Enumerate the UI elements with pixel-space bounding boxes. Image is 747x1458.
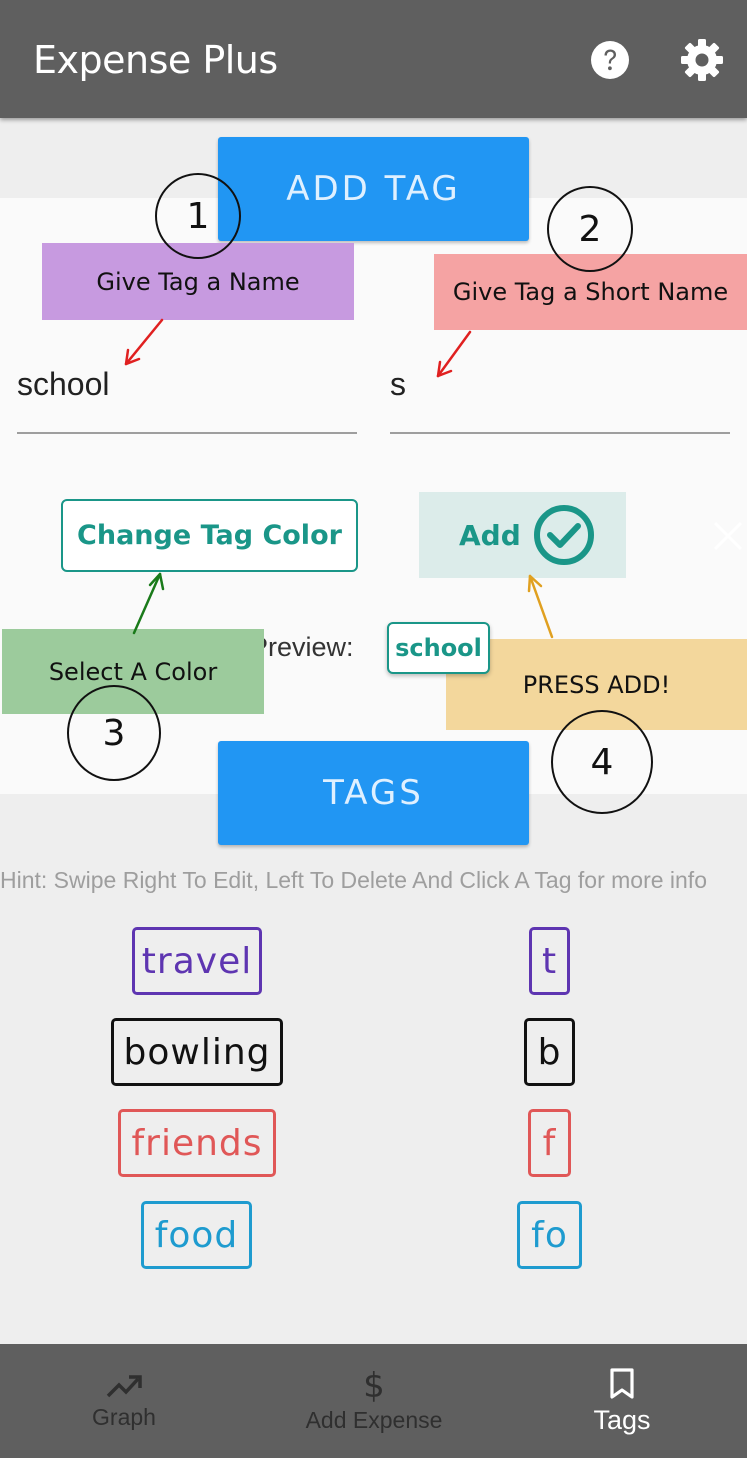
- arrow-icon-short-name: [436, 330, 472, 378]
- tag-short-chip[interactable]: b: [524, 1018, 575, 1086]
- arrow-icon-color: [132, 572, 165, 635]
- tag-name-chip[interactable]: food: [141, 1201, 252, 1269]
- nav-label-graph: Graph: [92, 1403, 156, 1430]
- annotation-arrows: [124, 318, 554, 639]
- trending-up-icon: [106, 1374, 142, 1397]
- dollar-icon: $: [363, 1365, 385, 1406]
- nav-item-tags[interactable]: Tags: [559, 1344, 685, 1458]
- arrow-icon-name: [124, 318, 164, 366]
- tag-short-chip[interactable]: f: [528, 1109, 571, 1177]
- nav-item-graph[interactable]: Graph: [49, 1344, 199, 1458]
- hint-text: Hint: Swipe Right To Edit, Left To Delet…: [0, 867, 707, 893]
- tag-name-chip[interactable]: bowling: [111, 1018, 283, 1086]
- tag-name-chip[interactable]: travel: [132, 927, 262, 995]
- arrow-icon-add: [527, 574, 554, 639]
- bookmark-icon: [610, 1367, 634, 1399]
- nav-label-tags: Tags: [593, 1404, 651, 1435]
- nav-item-add-expense[interactable]: $ Add Expense: [274, 1344, 474, 1458]
- tag-short-chip[interactable]: t: [529, 927, 570, 995]
- tags-header-button[interactable]: TAGS: [218, 741, 529, 845]
- tag-name-chip[interactable]: friends: [118, 1109, 276, 1177]
- tag-short-chip[interactable]: fo: [517, 1201, 582, 1269]
- nav-label-add-expense: Add Expense: [305, 1406, 443, 1433]
